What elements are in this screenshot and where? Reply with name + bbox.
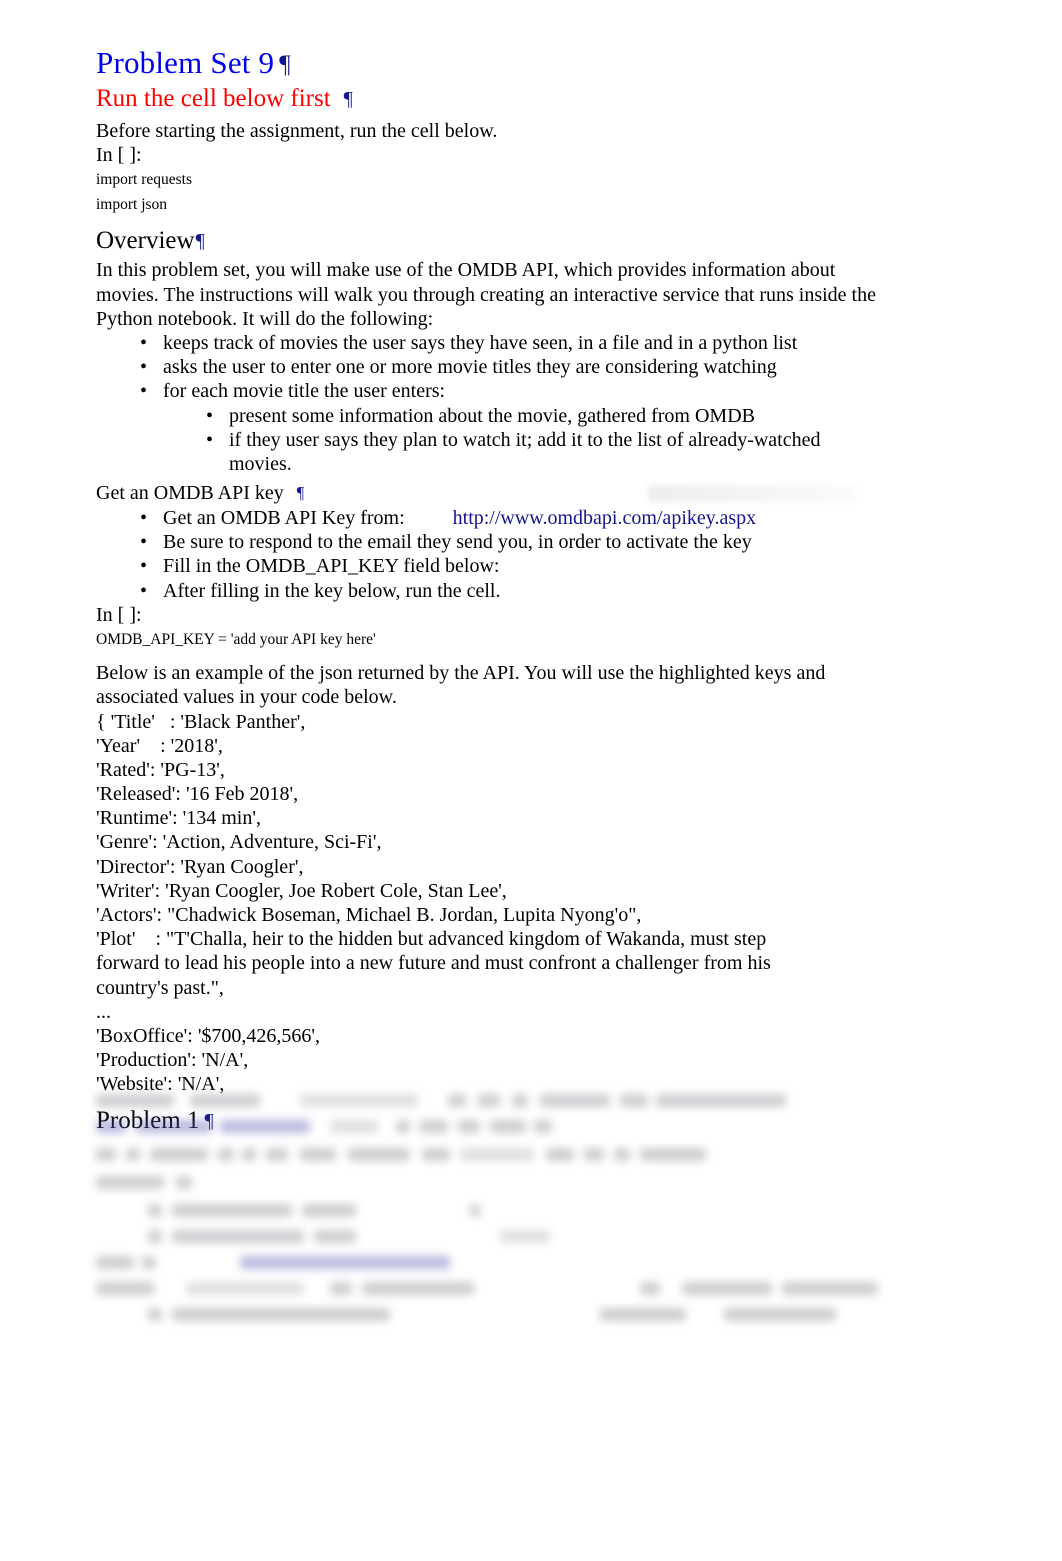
- bullet-icon: •: [140, 531, 148, 554]
- list-item-label: Be sure to respond to the email they sen…: [163, 531, 752, 554]
- list-item-label: Fill in the OMDB_API_KEY field below:: [163, 555, 500, 578]
- page-title-text: Problem Set 9: [96, 45, 275, 80]
- json-example-block: { 'Title' : 'Black Panther', 'Year' : '2…: [96, 710, 886, 1097]
- cell-prompt-2: In [ ]:: [96, 603, 142, 626]
- list-item: • Get an OMDB API Key from: http://www.omd…: [96, 506, 886, 530]
- json-line: 'Production': 'N/A',: [96, 1049, 249, 1072]
- json-line: { 'Title' : 'Black Panther',: [96, 710, 306, 733]
- list-item: • After filling in the key below, run the…: [96, 579, 886, 603]
- bullet-icon: •: [140, 579, 148, 602]
- pilcrow-anchor-icon[interactable]: ¶: [195, 230, 205, 252]
- json-line: country's past.",: [96, 976, 224, 999]
- json-example-paragraph: Below is an example of the json returned…: [96, 662, 826, 709]
- json-line: 'Plot' : "T'Challa, heir to the hidden b…: [96, 928, 767, 951]
- bullet-icon: •: [206, 404, 214, 427]
- bullet-icon: •: [140, 356, 148, 379]
- document-page: Problem Set 9 ¶ Run the cell below first ¶…: [0, 0, 1062, 1561]
- page-title: Problem Set 9 ¶: [96, 44, 886, 82]
- bullet-icon: •: [140, 380, 148, 403]
- overview-sub-bullet-list: • present some information about the movi…: [96, 404, 886, 477]
- code-line: import json: [96, 196, 168, 214]
- list-item-label: Get an OMDB API Key from:: [163, 507, 405, 530]
- list-item-label: After filling in the key below, run the …: [163, 579, 501, 602]
- pilcrow-anchor-icon[interactable]: ¶: [331, 88, 353, 110]
- code-line: import requests: [96, 171, 192, 189]
- heading-problem-1-text: Problem 1: [96, 1106, 200, 1134]
- list-item: • present some information about the movi…: [96, 404, 886, 428]
- bullet-icon: •: [140, 331, 148, 354]
- pilcrow-anchor-icon[interactable]: ¶: [284, 483, 304, 502]
- list-item-label: for each movie title the user enters:: [163, 380, 446, 403]
- list-item: • keeps track of movies the user says the…: [96, 331, 886, 355]
- overview-bullet-list: • keeps track of movies the user says the…: [96, 331, 886, 404]
- list-item-label: asks the user to enter one or more movie…: [163, 356, 777, 379]
- json-line: 'Genre': 'Action, Adventure, Sci-Fi',: [96, 831, 382, 854]
- api-key-bullet-list: • Get an OMDB API Key from: http://www.omd…: [96, 506, 886, 603]
- list-item: • if they user says they plan to watch it…: [96, 428, 886, 476]
- json-line: 'Rated': 'PG-13',: [96, 758, 225, 781]
- json-line: 'Website': 'N/A',: [96, 1073, 225, 1096]
- heading-overview: Overview¶: [96, 226, 886, 256]
- pilcrow-anchor-icon[interactable]: ¶: [199, 1110, 213, 1132]
- heading-run-first-text: Run the cell below first: [96, 84, 331, 112]
- bullet-icon: •: [140, 507, 148, 530]
- omdb-apikey-link[interactable]: http://www.omdbapi.com/apikey.aspx: [453, 507, 756, 529]
- json-line: 'Writer': 'Ryan Coogler, Joe Robert Cole…: [96, 879, 507, 902]
- run-first-intro: Before starting the assignment, run the …: [96, 119, 498, 142]
- list-item-label: present some information about the movie…: [229, 404, 755, 427]
- list-item: • Fill in the OMDB_API_KEY field below:: [96, 554, 886, 578]
- bullet-icon: •: [206, 428, 214, 451]
- code-cell-2[interactable]: OMDB_API_KEY = 'add your API key here': [96, 627, 886, 652]
- list-item: • Be sure to respond to the email they se…: [96, 530, 886, 554]
- pilcrow-anchor-icon[interactable]: ¶: [274, 50, 291, 78]
- api-key-link-wrapper: http://www.omdbapi.com/apikey.aspx: [405, 507, 756, 529]
- cell-prompt-1: In [ ]:: [96, 144, 142, 166]
- json-line: 'Year' : '2018',: [96, 734, 223, 757]
- heading-overview-text: Overview: [96, 227, 195, 255]
- list-item: • asks the user to enter one or more movi…: [96, 355, 886, 379]
- json-line: 'BoxOffice': '$700,426,566',: [96, 1024, 321, 1047]
- heading-run-first: Run the cell below first ¶: [96, 84, 886, 114]
- heading-api-key: Get an OMDB API key ¶: [96, 481, 886, 505]
- json-line: 'Runtime': '134 min',: [96, 807, 261, 830]
- json-line: 'Released': '16 Feb 2018',: [96, 783, 299, 806]
- code-line: OMDB_API_KEY = 'add your API key here': [96, 631, 376, 649]
- json-line: ...: [96, 1000, 111, 1023]
- json-line: forward to lead his people into a new fu…: [96, 952, 771, 975]
- code-cell-1[interactable]: import requests import json: [96, 167, 886, 217]
- list-item-label: if they user says they plan to watch it;…: [229, 428, 821, 475]
- json-line: 'Director': 'Ryan Coogler',: [96, 855, 304, 878]
- list-item-label: keeps track of movies the user says they…: [163, 331, 798, 354]
- heading-api-key-text: Get an OMDB API key: [96, 482, 284, 505]
- list-item: • for each movie title the user enters:: [96, 379, 886, 403]
- notebook-content: Problem Set 9 ¶ Run the cell below first ¶…: [96, 44, 886, 1138]
- heading-problem-1: Problem 1 ¶: [96, 1106, 886, 1136]
- json-line: 'Actors': "Chadwick Boseman, Michael B. …: [96, 904, 642, 927]
- bullet-icon: •: [140, 555, 148, 578]
- overview-paragraph: In this problem set, you will make use o…: [96, 259, 876, 330]
